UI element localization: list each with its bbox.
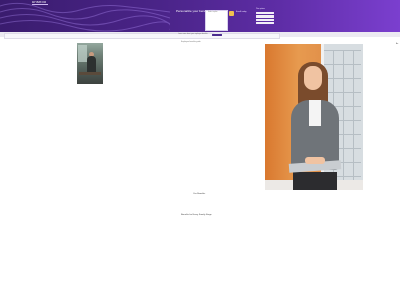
section-heading: Our Benefits <box>193 193 206 195</box>
sub-banner-text: Learn more about your employee benefits <box>178 34 208 35</box>
plan-option-row[interactable] <box>256 18 274 21</box>
header-mini-text: Enroll today <box>236 11 247 13</box>
thumb-table <box>79 72 101 75</box>
badge-icon <box>229 11 234 16</box>
photo-person-shirt <box>309 100 321 126</box>
section-subheading: Benefits for Every Family Stage <box>181 214 212 216</box>
plan-option-row[interactable] <box>256 22 274 25</box>
photo-person-face <box>304 66 322 90</box>
plan-card[interactable]: Select a plan <box>205 10 228 31</box>
continue-button-label: Continue <box>214 33 220 35</box>
thumbnail-image[interactable] <box>77 43 103 84</box>
photo-person-pants <box>293 172 337 190</box>
panel-label: Plan options <box>256 9 265 10</box>
decorative-waves <box>0 2 170 32</box>
logo-underline <box>32 4 48 5</box>
section-caption: Employee benefits guide <box>181 41 201 43</box>
header-title: Personalize your benefit <box>176 9 209 13</box>
sub-banner-field <box>4 33 280 39</box>
header-banner: unsnoo Personalize your benefit Select a… <box>0 0 400 32</box>
side-edge-label: Ac <box>396 43 399 45</box>
continue-button[interactable]: Continue <box>212 33 222 36</box>
page: unsnoo Personalize your benefit Select a… <box>0 0 400 272</box>
hero-photo <box>265 44 363 190</box>
plan-option-row[interactable] <box>256 15 274 18</box>
plan-card-label: Select a plan <box>208 12 218 13</box>
plan-options-panel <box>256 12 274 26</box>
plan-option-row[interactable] <box>256 12 274 15</box>
photo-person-hands <box>305 157 325 164</box>
thumb-window <box>78 45 87 62</box>
